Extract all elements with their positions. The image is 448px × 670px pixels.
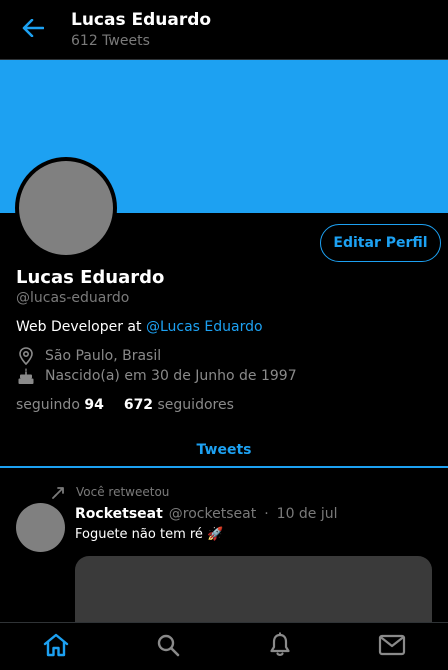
profile-birthday: Nascido(a) em 30 de Junho de 1997 <box>16 366 297 386</box>
followers-count: 672 <box>123 397 154 413</box>
tweet-author-handle[interactable]: @rocketseat <box>169 505 256 523</box>
back-button[interactable] <box>18 16 48 44</box>
arrow-left-icon <box>22 18 45 41</box>
bio-text: Web Developer at <box>16 319 146 335</box>
home-icon <box>43 633 69 661</box>
mail-icon <box>378 634 406 660</box>
nav-notifications[interactable] <box>224 623 336 670</box>
retweet-text: Você retweetou <box>76 485 170 499</box>
edit-profile-button[interactable]: Editar Perfil <box>320 224 441 262</box>
location-text: São Paulo, Brasil <box>45 348 162 364</box>
tweet-header: Rocketseat @rocketseat · 10 de jul <box>75 505 338 523</box>
header-name: Lucas Eduardo <box>71 10 212 30</box>
tweet-text: Foguete não tem ré 🚀 <box>75 527 224 542</box>
followers-link[interactable]: 672 seguidores <box>124 396 234 414</box>
nav-messages[interactable] <box>336 623 448 670</box>
bio-link[interactable]: @Lucas Eduardo <box>146 319 263 335</box>
following-count: 94 <box>84 397 104 413</box>
profile-handle: @lucas-eduardo <box>16 290 130 306</box>
tab-tweets[interactable]: Tweets <box>0 432 448 468</box>
tweet-separator: · <box>264 506 269 522</box>
retweet-indicator: Você retweetou <box>52 485 169 499</box>
retweet-icon <box>52 485 66 499</box>
profile-name: Lucas Eduardo <box>16 267 165 288</box>
profile-location: São Paulo, Brasil <box>16 346 161 366</box>
nav-search[interactable] <box>112 623 224 670</box>
header-tweet-count: 612 Tweets <box>71 33 150 49</box>
follow-stats: seguindo 94 672 seguidores <box>16 396 234 414</box>
tab-active-indicator <box>0 466 448 468</box>
cake-icon <box>16 366 36 386</box>
tweet-date[interactable]: 10 de jul <box>277 505 338 523</box>
following-label: seguindo <box>16 397 80 413</box>
profile-bio: Web Developer at @Lucas Eduardo <box>16 318 263 336</box>
map-pin-icon <box>16 346 36 366</box>
search-icon <box>156 633 180 661</box>
followers-label: seguidores <box>157 397 234 413</box>
tweet-author-name[interactable]: Rocketseat <box>75 505 163 523</box>
bottom-navigation <box>0 622 448 670</box>
birthday-text: Nascido(a) em 30 de Junho de 1997 <box>45 368 297 384</box>
tweet-author-avatar[interactable] <box>16 503 65 552</box>
bell-icon <box>269 632 291 662</box>
top-bar: Lucas Eduardo 612 Tweets <box>0 0 448 60</box>
nav-home[interactable] <box>0 623 112 670</box>
profile-avatar[interactable] <box>15 157 117 259</box>
following-link[interactable]: seguindo 94 <box>16 396 104 414</box>
